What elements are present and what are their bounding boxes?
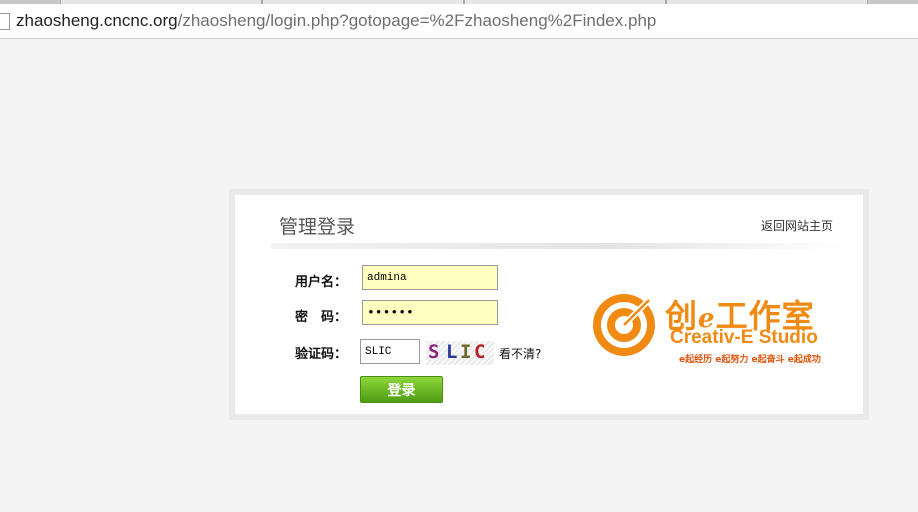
page-title: 管理登录 bbox=[279, 217, 356, 238]
password-label: 密 码： bbox=[295, 309, 348, 324]
password-input[interactable]: •••••• bbox=[362, 300, 498, 325]
captcha-image[interactable]: S L I C bbox=[426, 341, 494, 365]
username-input[interactable] bbox=[362, 265, 498, 290]
url-host: zhaosheng.cncnc.org bbox=[16, 11, 178, 30]
back-to-home-link[interactable]: 返回网站主页 bbox=[761, 217, 833, 234]
captcha-char: L bbox=[446, 341, 458, 363]
captcha-char: S bbox=[428, 341, 440, 363]
login-panel-frame: 管理登录 返回网站主页 用户名： 密 码： •••••• 验证码： S L I … bbox=[229, 189, 869, 420]
logo-slogan: e起经历 e起努力 e起奋斗 e起成功 bbox=[679, 355, 821, 365]
captcha-char: I bbox=[460, 341, 472, 363]
captcha-label: 验证码： bbox=[295, 346, 348, 361]
target-logo-icon bbox=[593, 294, 655, 356]
refresh-captcha-link[interactable]: 看不清? bbox=[499, 345, 541, 362]
studio-logo: 创e工作室 Creativ-E Studio e起经历 e起努力 e起奋斗 e起… bbox=[591, 291, 831, 365]
login-button[interactable]: 登录 bbox=[360, 376, 443, 403]
captcha-char: C bbox=[474, 341, 486, 363]
login-panel: 管理登录 返回网站主页 用户名： 密 码： •••••• 验证码： S L I … bbox=[235, 195, 863, 414]
title-divider bbox=[271, 243, 843, 249]
page-icon bbox=[0, 13, 10, 30]
logo-english-text: Creativ-E Studio bbox=[670, 327, 818, 348]
url-path: /zhaosheng/login.php?gotopage=%2Fzhaoshe… bbox=[177, 11, 657, 30]
captcha-input[interactable] bbox=[360, 339, 420, 364]
username-label: 用户名： bbox=[295, 274, 348, 289]
address-bar[interactable]: zhaosheng.cncnc.org/zhaosheng/login.php?… bbox=[0, 4, 918, 39]
url-text[interactable]: zhaosheng.cncnc.org/zhaosheng/login.php?… bbox=[16, 11, 656, 31]
